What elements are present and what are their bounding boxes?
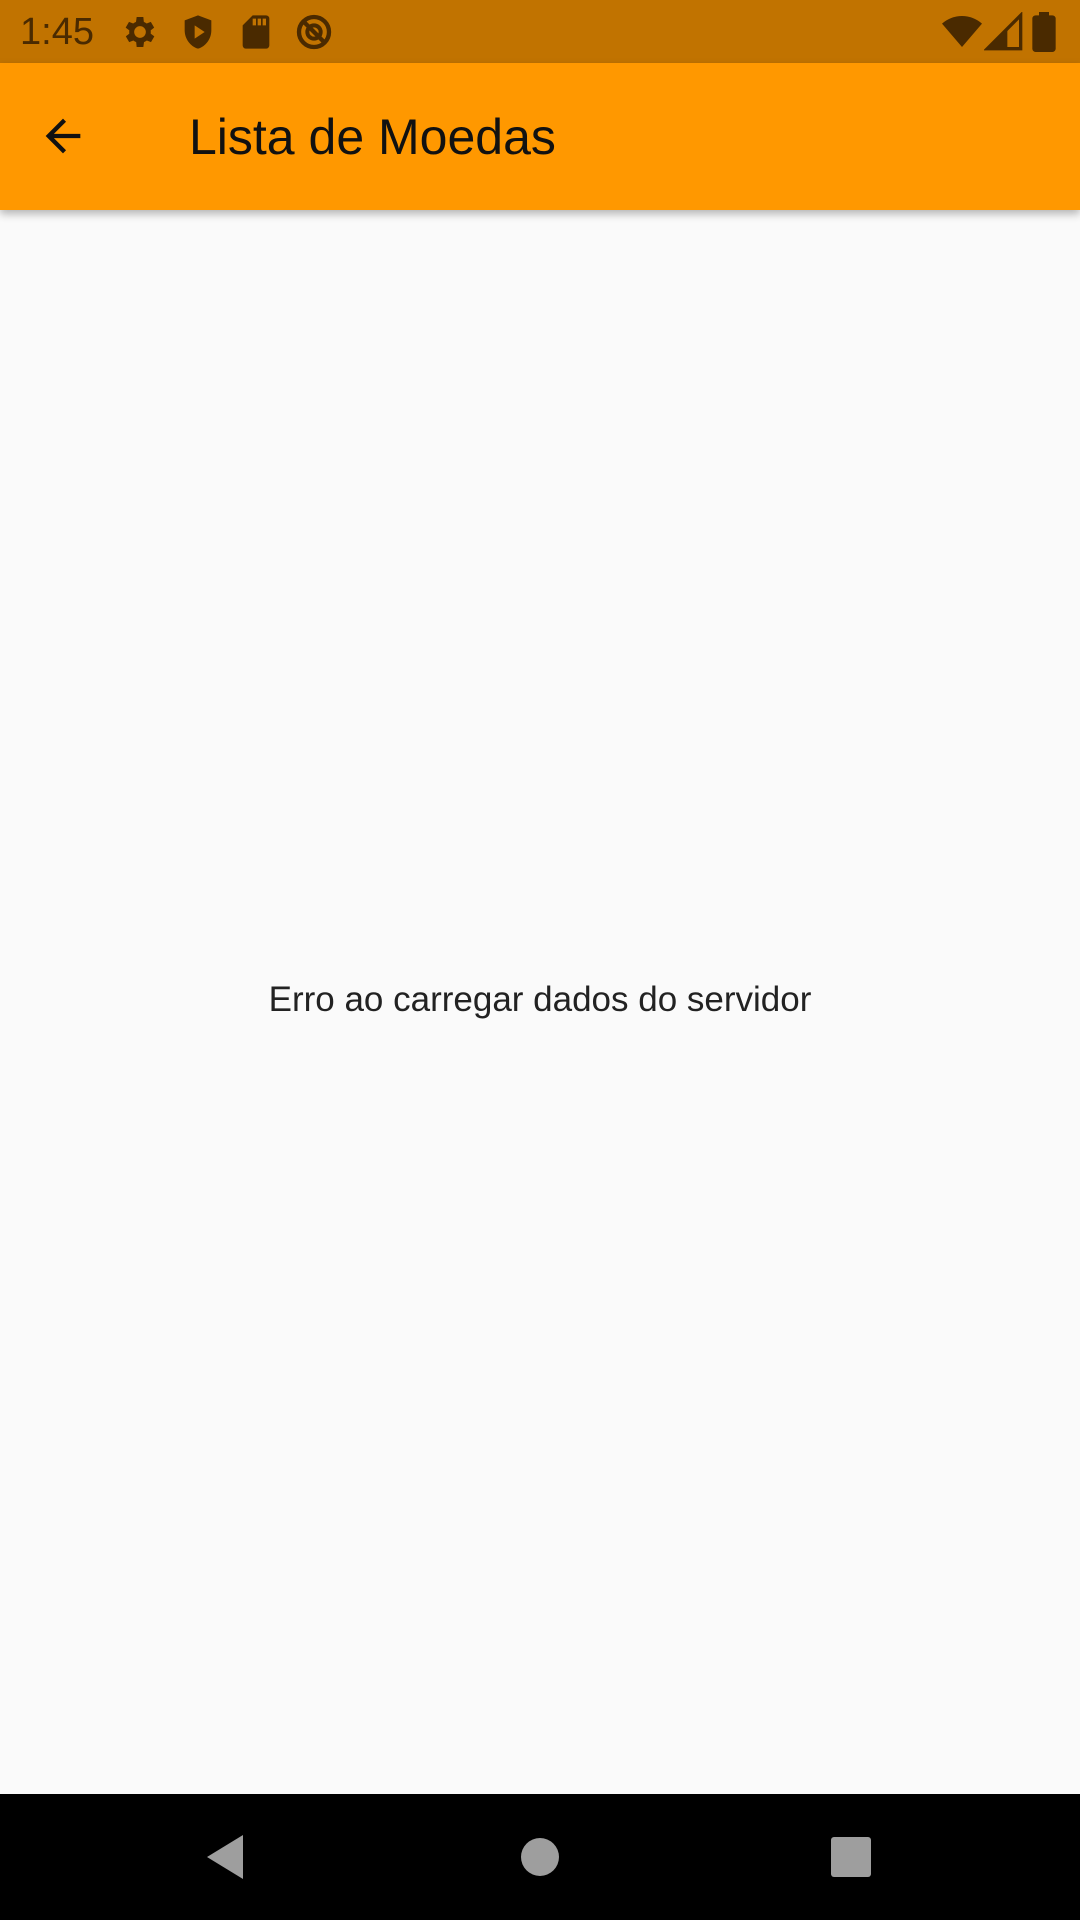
no-disturb-icon <box>294 12 334 52</box>
back-button[interactable] <box>30 103 96 169</box>
nav-recents-button[interactable] <box>816 1822 886 1892</box>
gear-icon <box>120 12 160 52</box>
nav-home-button[interactable] <box>505 1822 575 1892</box>
battery-icon <box>1030 12 1058 52</box>
home-circle-icon <box>520 1837 560 1877</box>
shield-play-icon <box>178 12 218 52</box>
nav-back-button[interactable] <box>190 1822 260 1892</box>
system-nav-bar <box>0 1794 1080 1920</box>
wifi-icon <box>942 12 982 52</box>
app-bar: Lista de Moedas <box>0 63 1080 210</box>
recents-square-icon <box>831 1837 871 1877</box>
page-title: Lista de Moedas <box>189 109 556 165</box>
sd-card-icon <box>236 12 276 52</box>
cell-signal-icon <box>984 12 1024 52</box>
status-bar: 1:45 <box>0 0 1080 63</box>
screen: 1:45 Lista de Moedas Erro ao carregar da… <box>0 0 1080 1920</box>
back-triangle-icon <box>203 1833 247 1881</box>
status-time: 1:45 <box>20 11 94 53</box>
main-content: Erro ao carregar dados do servidor <box>0 210 1080 1794</box>
arrow-back-icon <box>37 110 89 162</box>
error-message: Erro ao carregar dados do servidor <box>268 980 812 1019</box>
